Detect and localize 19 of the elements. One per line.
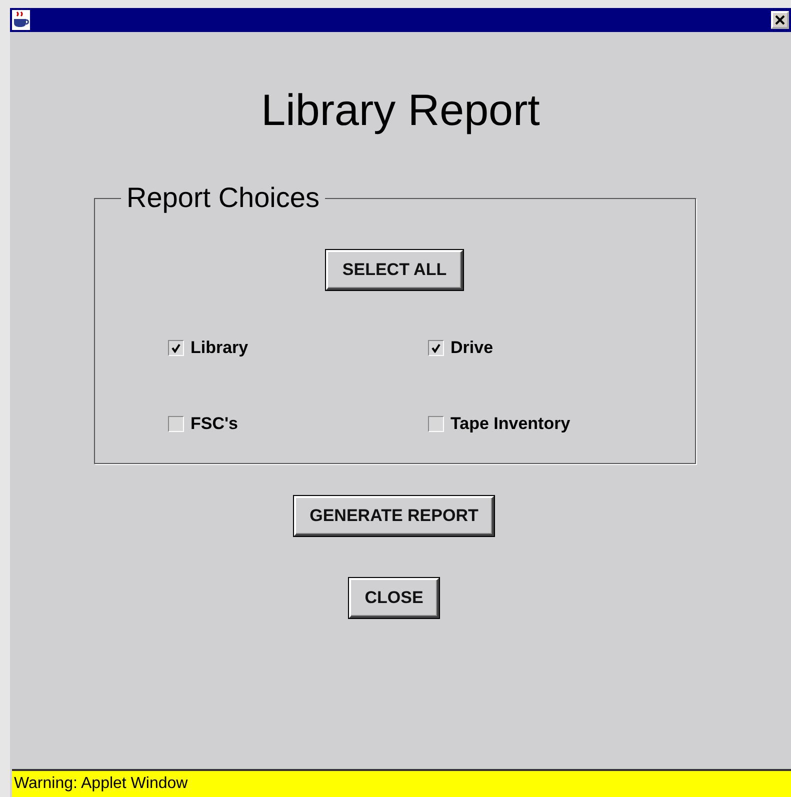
checkbox[interactable]: [428, 340, 444, 356]
checkbox-label[interactable]: Library: [190, 338, 248, 358]
status-bar: Warning: Applet Window: [12, 769, 791, 797]
report-title: Library Report: [261, 86, 540, 136]
checkbox[interactable]: [428, 416, 444, 432]
group-label: Report Choices: [126, 182, 320, 214]
cup-icon: [12, 10, 30, 30]
checkbox-label[interactable]: Tape Inventory: [450, 414, 570, 434]
select-all-button[interactable]: SELECT ALL: [326, 250, 463, 290]
checkbox[interactable]: [168, 416, 184, 432]
checkbox-label[interactable]: FSC's: [190, 414, 238, 434]
action-button[interactable]: CLOSE: [348, 578, 440, 618]
checkbox-label[interactable]: Drive: [450, 338, 494, 358]
close-button[interactable]: [771, 11, 789, 29]
close-icon: [775, 15, 785, 25]
check-icon: [170, 343, 180, 353]
checkbox[interactable]: [168, 340, 184, 356]
check-icon: [430, 343, 440, 353]
action-button[interactable]: GENERATE REPORT: [294, 496, 494, 536]
